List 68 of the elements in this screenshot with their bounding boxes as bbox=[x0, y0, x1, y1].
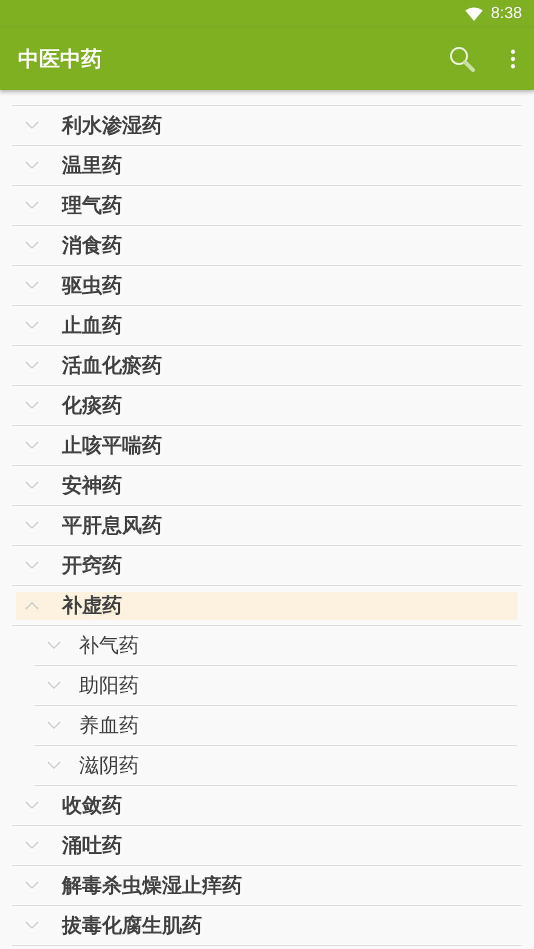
category-item[interactable]: 平肝息风药 bbox=[16, 512, 517, 540]
category-item[interactable]: 止咳平喘药 bbox=[16, 432, 517, 460]
category-label: 活血化瘀药 bbox=[62, 352, 162, 379]
subcategory-item[interactable]: 补气药 bbox=[34, 632, 517, 660]
category-label: 补虚药 bbox=[62, 592, 122, 619]
category-label: 消食药 bbox=[62, 232, 122, 259]
category-label: 止血药 bbox=[62, 312, 122, 339]
chevron-icon bbox=[25, 801, 39, 810]
subcategory-label: 养血药 bbox=[79, 712, 139, 739]
category-label: 收敛药 bbox=[62, 792, 122, 819]
category-item[interactable]: 温里药 bbox=[16, 152, 517, 180]
category-label: 解毒杀虫燥湿止痒药 bbox=[62, 872, 242, 899]
chevron-icon bbox=[25, 321, 39, 330]
category-item[interactable]: 驱虫药 bbox=[16, 272, 517, 300]
chevron-icon bbox=[47, 761, 61, 770]
category-item[interactable]: 消食药 bbox=[16, 232, 517, 260]
chevron-icon bbox=[25, 281, 39, 290]
category-label: 止咳平喘药 bbox=[62, 432, 162, 459]
chevron-icon bbox=[25, 401, 39, 410]
chevron-icon bbox=[25, 841, 39, 850]
chevron-icon bbox=[47, 681, 61, 690]
category-item[interactable]: 利水渗湿药 bbox=[16, 112, 517, 140]
category-label: 涌吐药 bbox=[62, 832, 122, 859]
subcategory-label: 补气药 bbox=[79, 632, 139, 659]
category-label: 拔毒化腐生肌药 bbox=[62, 912, 202, 939]
category-item-highlight[interactable]: 补虚药 bbox=[16, 592, 517, 620]
chevron-icon bbox=[25, 881, 39, 890]
category-label: 平肝息风药 bbox=[62, 512, 162, 539]
category-label: 开窍药 bbox=[62, 552, 122, 579]
subcategory-item[interactable]: 养血药 bbox=[34, 712, 517, 740]
subcategory-label: 助阳药 bbox=[79, 672, 139, 699]
category-item[interactable]: 拔毒化腐生肌药 bbox=[16, 912, 517, 940]
chevron-icon bbox=[25, 361, 39, 370]
category-item[interactable]: 收敛药 bbox=[16, 792, 517, 820]
category-item[interactable]: 涌吐药 bbox=[16, 832, 517, 860]
subcategory-item[interactable]: 滋阴药 bbox=[34, 752, 517, 780]
category-label: 理气药 bbox=[62, 192, 122, 219]
chevron-icon bbox=[47, 721, 61, 730]
chevron-icon bbox=[25, 161, 39, 170]
status-time: 8:38 bbox=[490, 5, 522, 23]
category-item[interactable]: 开窍药 bbox=[16, 552, 517, 580]
chevron-icon bbox=[25, 121, 39, 130]
category-item[interactable]: 安神药 bbox=[16, 472, 517, 500]
chevron-icon bbox=[25, 561, 39, 570]
chevron-icon bbox=[25, 441, 39, 450]
chevron-icon bbox=[47, 641, 61, 650]
category-item[interactable]: 止血药 bbox=[16, 312, 517, 340]
category-item[interactable]: 化痰药 bbox=[16, 392, 517, 420]
chevron-icon bbox=[25, 921, 39, 930]
more-menu-icon[interactable] bbox=[510, 49, 516, 69]
category-label: 化痰药 bbox=[62, 392, 122, 419]
search-icon[interactable] bbox=[448, 45, 476, 73]
category-label: 安神药 bbox=[62, 472, 122, 499]
chevron-icon bbox=[25, 521, 39, 530]
category-item[interactable]: 活血化瘀药 bbox=[16, 352, 517, 380]
subcategory-item[interactable]: 助阳药 bbox=[34, 672, 517, 700]
chevron-icon bbox=[25, 241, 39, 250]
category-label: 利水渗湿药 bbox=[62, 112, 162, 139]
chevron-icon bbox=[25, 481, 39, 490]
category-label: 温里药 bbox=[62, 152, 122, 179]
app-title: 中医中药 bbox=[18, 46, 103, 73]
category-item[interactable]: 解毒杀虫燥湿止痒药 bbox=[16, 872, 517, 900]
chevron-icon bbox=[25, 201, 39, 210]
chevron-icon bbox=[25, 601, 39, 610]
category-item[interactable]: 理气药 bbox=[16, 192, 517, 220]
category-label: 驱虫药 bbox=[62, 272, 122, 299]
subcategory-label: 滋阴药 bbox=[79, 752, 139, 779]
wifi-icon bbox=[464, 7, 483, 21]
